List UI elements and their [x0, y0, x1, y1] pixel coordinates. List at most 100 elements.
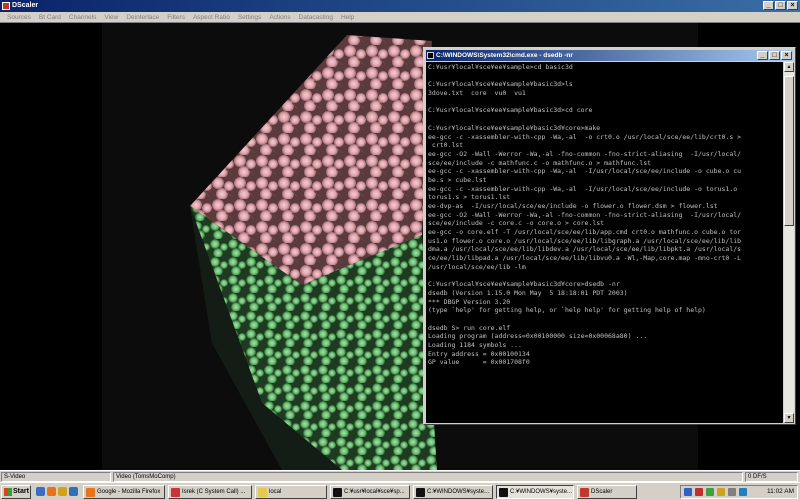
task-label: C:¥WINDOWS¥syste... [510, 489, 573, 495]
close-button[interactable]: × [787, 1, 798, 10]
dscaler-title: DScaler [12, 2, 39, 9]
cmd-minimize-button[interactable]: _ [757, 51, 768, 60]
console-line: Loading program (address=0x00100000 size… [428, 332, 648, 341]
task-app-icon [580, 488, 589, 497]
console-line: ee-dvp-as -I/usr/local/sce/ee/include -o… [428, 202, 718, 210]
menu-sources[interactable]: Sources [3, 12, 35, 23]
console-line: Entry address = 0x00100134 [428, 349, 530, 358]
menu-settings[interactable]: Settings [234, 12, 266, 23]
scroll-up-icon[interactable]: ▲ [784, 62, 794, 72]
scroll-down-icon[interactable]: ▼ [784, 413, 794, 423]
task-app-icon [499, 488, 508, 497]
quicklaunch-firefox-icon[interactable] [47, 487, 56, 496]
quicklaunch-outlook-icon[interactable] [69, 487, 78, 496]
quicklaunch-explorer-icon[interactable] [58, 487, 67, 496]
console-line: ee-gcc -O2 -Wall -Werror -Wa,-al -fno-co… [428, 210, 742, 219]
taskbar-button[interactable]: C:¥usr¥local¥sce¥sp... [330, 485, 410, 499]
task-app-icon [333, 488, 342, 497]
console-line: dsedb S> run core.elf [428, 323, 511, 332]
menu-view[interactable]: View [100, 12, 122, 23]
console-line: *** DBGP Version 3.20 [428, 297, 511, 306]
tray-display-icon[interactable] [739, 488, 747, 496]
console-line: sce/ee/include -c core.c -o core.o > cor… [428, 219, 605, 228]
dscaler-app-icon[interactable] [2, 2, 10, 10]
menu-datacasting[interactable]: Datacasting [295, 12, 337, 23]
taskbar-button[interactable]: DScaler [577, 485, 637, 499]
console-line: ee-gcc -c -xassembler-with-cpp -Wa,-al -… [428, 167, 742, 176]
windows-logo-icon [4, 488, 12, 496]
console-line: us1.o flower.o core.o /usr/local/sce/ee/… [428, 236, 742, 245]
tray-network-icon[interactable] [706, 488, 714, 496]
tray-language-icon[interactable] [684, 488, 692, 496]
console-line: C:¥usr¥local¥sce¥ee¥sample¥basic3d>cd co… [428, 106, 593, 115]
system-tray: 11:02 AM [680, 485, 798, 499]
status-mode: Video (TomsMoComp) [113, 472, 743, 482]
console-line: ee-gcc -c -xassembler-with-cpp -Wa,-al -… [428, 184, 738, 193]
taskbar: Start Google - Mozilla Firefox Isrek (C S… [0, 482, 800, 500]
console-line: torus1.s > torus1.lst [428, 193, 511, 202]
task-label: local [269, 489, 282, 495]
menu-deinterlace[interactable]: Deinterlace [122, 12, 163, 23]
console-line: /usr/local/sce/ee/lib -lm [428, 262, 526, 271]
cmd-scrollbar[interactable]: ▲ ▼ [784, 62, 794, 423]
tray-volume-icon[interactable] [728, 488, 736, 496]
menubar: Sources Bt Card Channels View Deinterlac… [0, 12, 800, 23]
task-label: DScaler [591, 489, 613, 495]
minimize-button[interactable]: _ [763, 1, 774, 10]
cmd-icon[interactable] [427, 52, 434, 59]
quicklaunch-ie-icon[interactable] [36, 487, 45, 496]
start-button[interactable]: Start [1, 485, 31, 499]
clock[interactable]: 11:02 AM [767, 486, 794, 498]
cmd-window: C:\WINDOWS\System32\cmd.exe - dsedb -nr … [423, 47, 796, 425]
menu-filters[interactable]: Filters [163, 12, 189, 23]
task-app-icon [416, 488, 425, 497]
console-line: (type `help' for getting help, or `help … [428, 306, 706, 315]
console-line: dsedb (Version 1.15.0 Mon May 5 18:18:01… [428, 288, 628, 297]
console-line: sce/ee/include -c mathfunc.c -o mathfunc… [428, 158, 652, 167]
menu-channels[interactable]: Channels [65, 12, 100, 23]
tray-app-icon[interactable] [717, 488, 725, 496]
cmd-titlebar: C:\WINDOWS\System32\cmd.exe - dsedb -nr … [426, 50, 793, 61]
console-line: GP value = 0x001708f0 [428, 358, 530, 367]
console-line: Loading 1184 symbols ... [428, 341, 522, 349]
cmd-maximize-button[interactable]: □ [769, 51, 780, 60]
cmd-close-button[interactable]: × [781, 51, 792, 60]
menu-bt-card[interactable]: Bt Card [35, 12, 65, 23]
console-line: dma.a /usr/local/sce/ee/lib/libdev.a /us… [428, 245, 742, 254]
menu-aspect-ratio[interactable]: Aspect Ratio [189, 12, 234, 23]
statusbar: S-Video Video (TomsMoComp) 0 DF/S [0, 470, 800, 482]
cmd-title: C:\WINDOWS\System32\cmd.exe - dsedb -nr [436, 52, 573, 59]
maximize-button[interactable]: □ [775, 1, 786, 10]
taskbar-button[interactable]: Google - Mozilla Firefox [83, 485, 165, 499]
task-label: C:¥usr¥local¥sce¥sp... [344, 489, 405, 495]
task-label: C:¥WINDOWS¥syste... [427, 489, 490, 495]
task-app-icon [86, 488, 95, 497]
console-line: ee-gcc -c -xassembler-with-cpp -Wa,-al -… [428, 132, 742, 141]
status-source: S-Video [1, 472, 111, 482]
console-line: be.s > cube.lst [428, 175, 487, 184]
task-app-icon [171, 488, 180, 497]
dscaler-titlebar: DScaler _ □ × [0, 0, 800, 12]
console-line: C:¥usr¥local¥sce¥ee¥sample¥basic3d>ls [428, 80, 573, 89]
console-line: ee-gcc -o core.elf -T /usr/local/sce/ee/… [428, 228, 742, 237]
taskbar-button[interactable]: local [255, 485, 327, 499]
tray-antivirus-icon[interactable] [695, 488, 703, 496]
console-line: C:¥usr¥local¥sce¥ee¥sample>cd basic3d [428, 63, 573, 71]
taskbar-button[interactable]: Isrek (C System Call) ... [168, 485, 252, 499]
menu-actions[interactable]: Actions [265, 12, 294, 23]
cmd-console-output[interactable]: C:¥usr¥local¥sce¥ee¥sample>cd basic3d C:¥… [426, 62, 783, 423]
task-label: Google - Mozilla Firefox [97, 489, 161, 495]
menu-help[interactable]: Help [337, 12, 358, 23]
taskbar-button[interactable]: C:¥WINDOWS¥syste... [413, 485, 493, 499]
scroll-thumb[interactable] [784, 76, 794, 226]
console-line: 3dove.txt core vu0 vu1 [428, 89, 526, 98]
task-app-icon [258, 488, 267, 497]
console-line: ce/ee/lib/libpad.a /usr/local/sce/ee/lib… [428, 254, 742, 263]
taskbar-button[interactable]: C:¥WINDOWS¥syste... [496, 485, 574, 499]
task-label: Isrek (C System Call) ... [182, 489, 246, 495]
console-line: C:¥usr¥local¥sce¥ee¥sample¥basic3d¥core>… [428, 280, 620, 289]
